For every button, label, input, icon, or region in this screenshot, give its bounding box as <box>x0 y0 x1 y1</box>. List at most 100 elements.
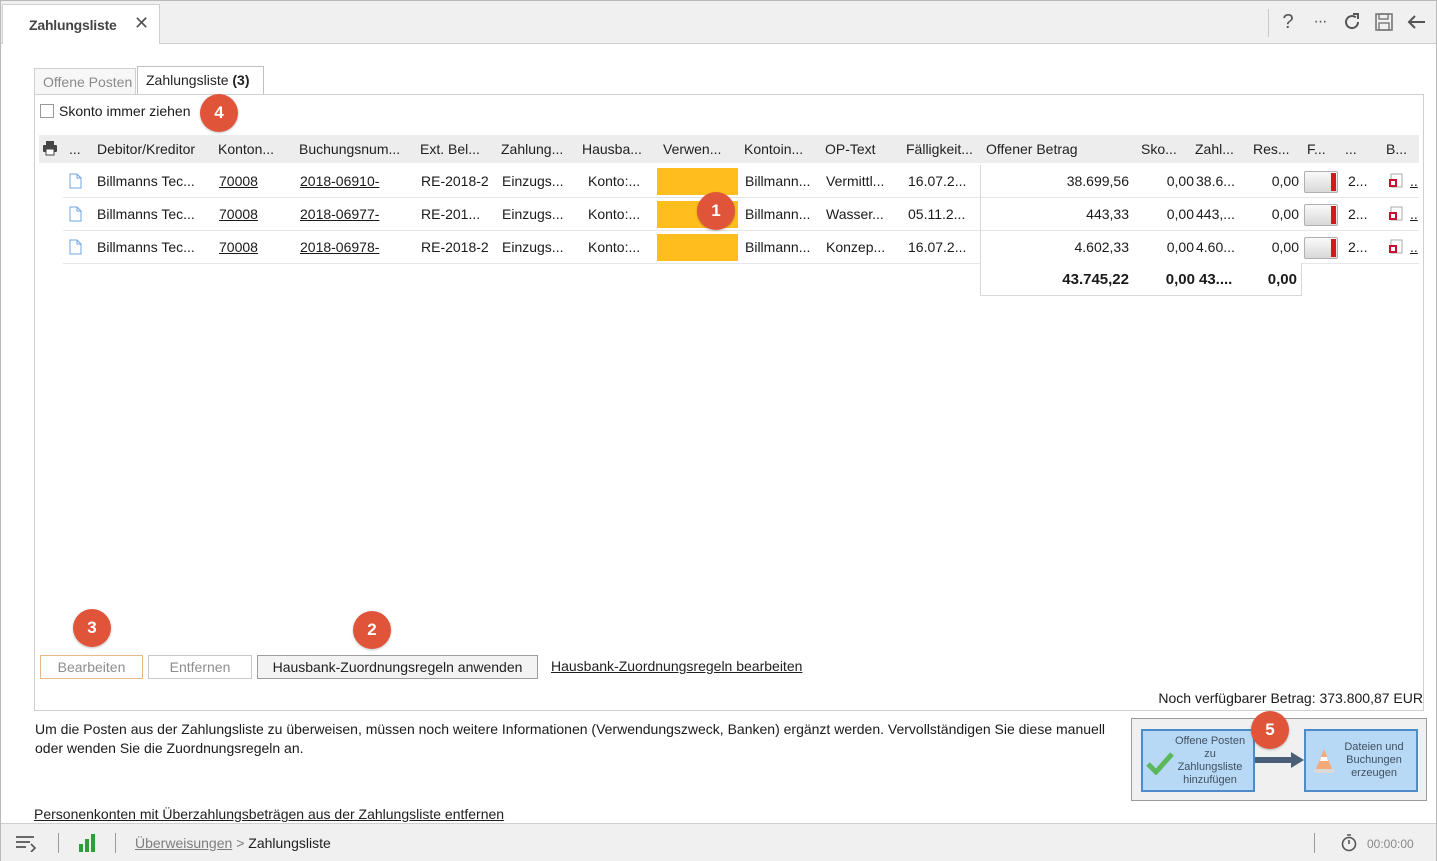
remove-button[interactable]: Entfernen <box>148 655 252 679</box>
cell-zahlungsart: Einzugs... <box>502 206 564 222</box>
col-header-beleg[interactable]: B... <box>1386 141 1407 157</box>
row-link[interactable]: .. <box>1410 239 1418 255</box>
cell-buchung-link[interactable]: 2018-06977- <box>300 206 379 222</box>
remove-overpayment-accounts-link[interactable]: Personenkonten mit Überzahlungsbeträgen … <box>34 806 504 822</box>
grid-header: ... Debitor/Kreditor Konton... Buchungsn… <box>39 135 1419 163</box>
attachment-icon[interactable] <box>1388 173 1404 189</box>
cell-rest: 0,00 <box>1271 206 1299 222</box>
timer-value: 00:00:00 <box>1367 837 1414 851</box>
status-bar: Überweisungen > Zahlungsliste 00:00:00 <box>1 823 1436 861</box>
total-offener-betrag: 43.745,22 <box>1062 271 1129 288</box>
cell-rest: 0,00 <box>1271 173 1299 189</box>
cell-buchung-link[interactable]: 2018-06978- <box>300 239 379 255</box>
signal-bars-icon[interactable] <box>78 833 96 856</box>
freigabe-toggle[interactable] <box>1304 204 1338 226</box>
col-header-ext-beleg[interactable]: Ext. Bel... <box>420 141 480 157</box>
more-icon[interactable]: ··· <box>1309 11 1331 33</box>
cell-hausbank: Konto:... <box>588 173 641 189</box>
help-icon[interactable]: ? <box>1277 11 1299 33</box>
wizard-step-create-files[interactable]: Dateien und Buchungen erzeugen <box>1304 729 1418 792</box>
apply-assignment-rules-button[interactable]: Hausbank-Zuordnungsregeln anwenden <box>257 655 538 679</box>
cell-konto-link[interactable]: 70008 <box>219 239 258 255</box>
row-link[interactable]: .. <box>1410 206 1418 222</box>
edit-button[interactable]: Bearbeiten <box>40 655 143 679</box>
available-amount: Noch verfügbarer Betrag: 373.800,87 EUR <box>1158 690 1423 706</box>
cell-buchung-link[interactable]: 2018-06910- <box>300 173 379 189</box>
col-header-faelligkeit[interactable]: Fälligkeit... <box>906 141 973 157</box>
cell-verwendung-missing[interactable] <box>657 234 738 261</box>
table-row[interactable]: Billmanns Tec... 70008 2018-06910- RE-20… <box>63 165 1419 198</box>
document-icon <box>69 173 82 189</box>
wizard-step-add-open-items[interactable]: Offene Posten zu Zahlungsliste hinzufüge… <box>1141 729 1255 792</box>
cell-optext: Konzep... <box>826 239 886 255</box>
tab-offene-posten[interactable]: Offene Posten <box>34 68 136 94</box>
tab-zahlungsliste[interactable]: Zahlungsliste (3) <box>137 66 264 94</box>
cell-faelligkeit: 16.07.2... <box>908 239 967 255</box>
cell-debitor: Billmanns Tec... <box>97 173 195 189</box>
col-header-op-text[interactable]: OP-Text <box>825 141 876 157</box>
cell-divider <box>980 165 981 198</box>
cell-konto-link[interactable]: 70008 <box>219 206 258 222</box>
close-tab-icon[interactable]: ✕ <box>134 14 149 32</box>
refresh-icon[interactable] <box>1341 11 1363 33</box>
cell-extbel: RE-201... <box>421 206 481 222</box>
cell-kontoinhaber: Billmann... <box>745 239 811 255</box>
cell-skonto: 0,00 <box>1166 173 1194 189</box>
freigabe-toggle[interactable] <box>1304 237 1338 259</box>
col-header-extra[interactable]: ... <box>1345 141 1357 157</box>
menu-lines-icon[interactable] <box>15 834 37 855</box>
col-header-konto[interactable]: Konton... <box>218 141 274 157</box>
row-link[interactable]: .. <box>1410 173 1418 189</box>
document-icon <box>69 206 82 222</box>
col-header-zahlbetrag[interactable]: Zahl... <box>1195 141 1234 157</box>
cell-konto-link[interactable]: 70008 <box>219 173 258 189</box>
freigabe-toggle[interactable] <box>1304 171 1338 193</box>
callout-badge-1: 1 <box>697 192 735 230</box>
col-header-skonto[interactable]: Sko... <box>1141 141 1177 157</box>
col-header-zahlungsart[interactable]: Zahlung... <box>501 141 563 157</box>
document-tab-zahlungsliste[interactable]: Zahlungsliste ✕ <box>2 4 160 44</box>
cell-extra: 2... <box>1348 206 1368 222</box>
cell-offener-betrag: 443,33 <box>1086 206 1129 222</box>
attachment-icon[interactable] <box>1388 239 1404 255</box>
skonto-checkbox-label: Skonto immer ziehen <box>59 103 191 119</box>
edit-assignment-rules-link[interactable]: Hausbank-Zuordnungsregeln bearbeiten <box>551 658 802 674</box>
col-header-debitor[interactable]: Debitor/Kreditor <box>97 141 195 157</box>
cell-verwendung-missing[interactable] <box>657 168 738 195</box>
table-row[interactable]: Billmanns Tec... 70008 2018-06977- RE-20… <box>63 198 1419 231</box>
table-row[interactable]: Billmanns Tec... 70008 2018-06978- RE-20… <box>63 231 1419 264</box>
col-header-marker[interactable]: ... <box>69 141 81 157</box>
col-header-rest[interactable]: Res... <box>1253 141 1290 157</box>
cell-rest: 0,00 <box>1271 239 1299 255</box>
cell-zahlbetrag: 443,... <box>1196 206 1235 222</box>
callout-badge-3: 3 <box>73 609 111 647</box>
cell-hausbank: Konto:... <box>588 206 641 222</box>
info-text: Um die Posten aus der Zahlungsliste zu ü… <box>35 721 1106 756</box>
cell-zahlungsart: Einzugs... <box>502 173 564 189</box>
save-icon[interactable] <box>1373 11 1395 33</box>
cell-extra: 2... <box>1348 173 1368 189</box>
attachment-icon[interactable] <box>1388 206 1404 222</box>
stopwatch-icon <box>1341 834 1357 855</box>
print-icon[interactable] <box>42 140 58 156</box>
cell-zahlbetrag: 4.60... <box>1196 239 1235 255</box>
tab-offene-posten-label: Offene Posten <box>43 74 133 90</box>
total-zahlbetrag: 43.... <box>1199 271 1233 288</box>
cell-skonto: 0,00 <box>1166 239 1194 255</box>
cell-offener-betrag: 38.699,56 <box>1066 173 1129 189</box>
cell-offener-betrag: 4.602,33 <box>1074 239 1130 255</box>
skonto-checkbox[interactable] <box>40 104 54 118</box>
col-header-hausbank[interactable]: Hausba... <box>582 141 642 157</box>
callout-badge-4: 4 <box>200 94 238 132</box>
col-header-kontoinhaber[interactable]: Kontoin... <box>744 141 803 157</box>
col-header-freigabe[interactable]: F... <box>1307 141 1326 157</box>
breadcrumb-ueberweisungen[interactable]: Überweisungen <box>135 835 232 851</box>
cell-debitor: Billmanns Tec... <box>97 239 195 255</box>
callout-badge-5: 5 <box>1251 711 1289 749</box>
back-arrow-icon[interactable] <box>1405 11 1427 33</box>
col-header-buchungsnummer[interactable]: Buchungsnum... <box>299 141 400 157</box>
col-header-offener-betrag[interactable]: Offener Betrag <box>986 141 1078 157</box>
status-separator <box>58 833 59 853</box>
total-rest: 0,00 <box>1267 271 1297 288</box>
col-header-verwendung[interactable]: Verwen... <box>663 141 721 157</box>
